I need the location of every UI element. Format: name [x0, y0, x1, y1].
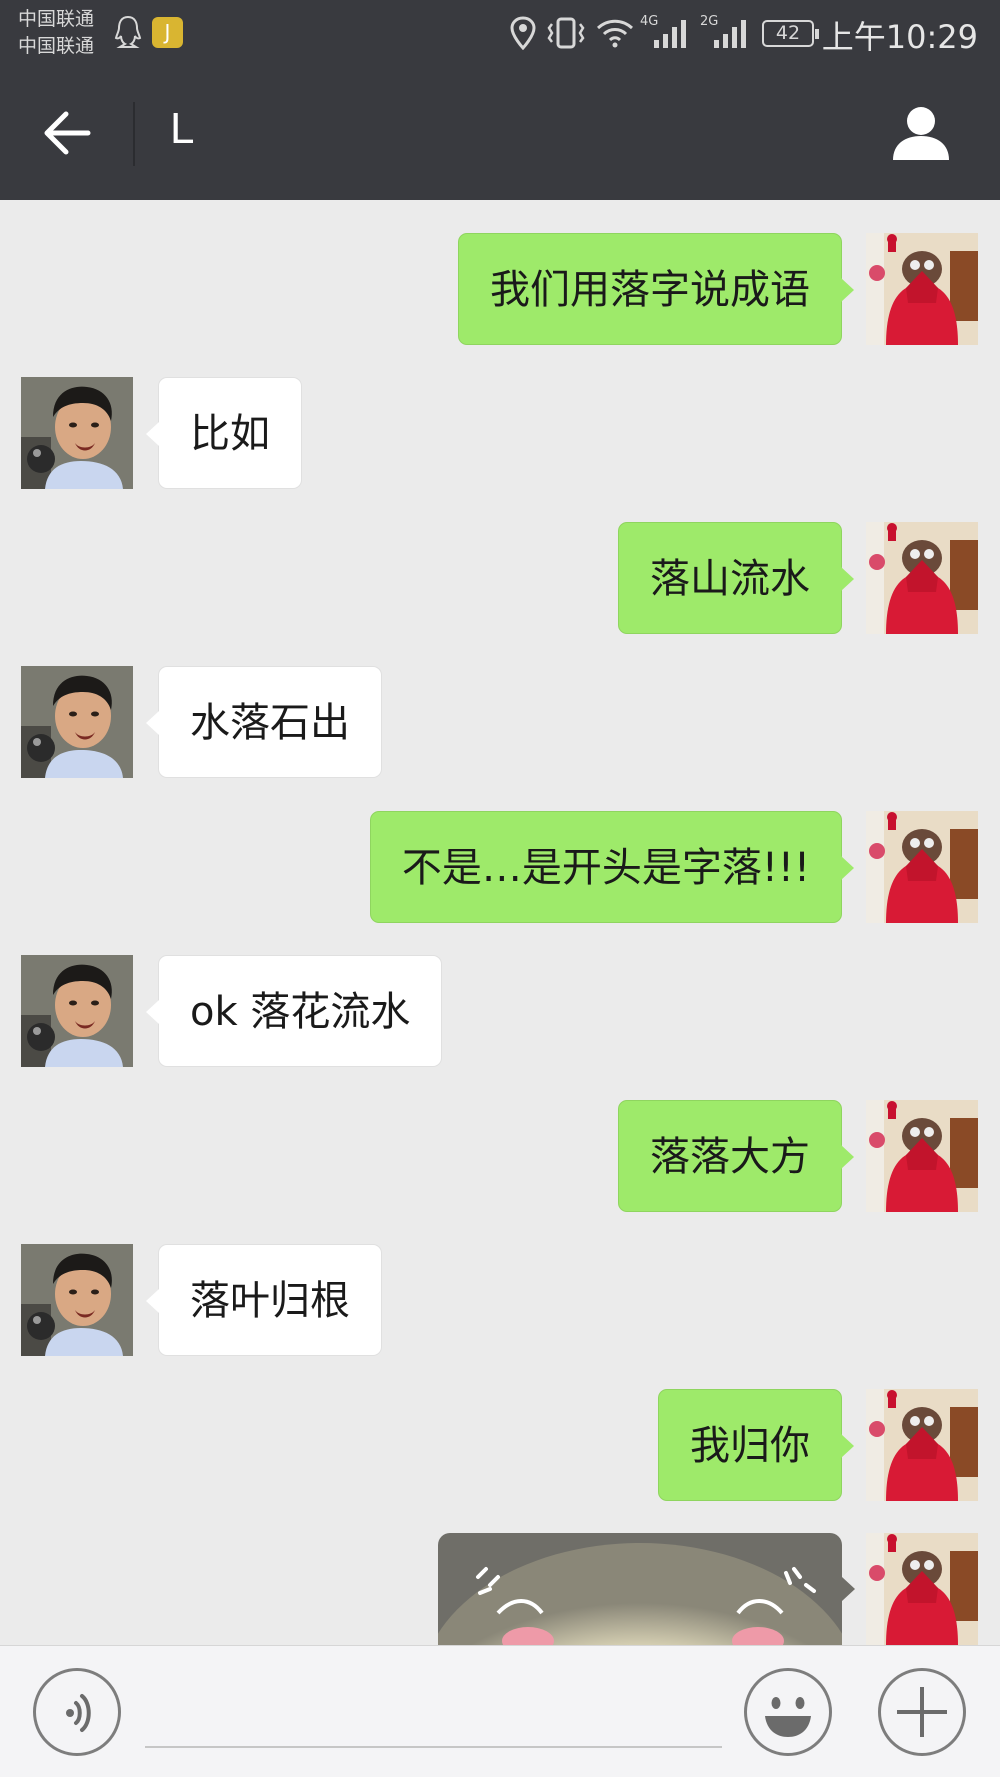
received-message-bubble[interactable]: ok 落花流水 [145, 955, 443, 1067]
arrow-left-icon[interactable] [42, 110, 92, 156]
sticker-bubble-tail [842, 1577, 855, 1601]
sent-message-bubble[interactable]: 我们用落字说成语 [458, 233, 854, 345]
more-options-button[interactable] [878, 1668, 966, 1756]
self-avatar[interactable] [866, 233, 978, 345]
sent-message-bubble[interactable]: 落落大方 [618, 1100, 854, 1212]
vibrate-icon [547, 17, 585, 49]
carrier-1: 中国联通 [18, 8, 95, 30]
contact-avatar[interactable] [21, 377, 133, 489]
wifi-icon [596, 19, 634, 48]
contact-avatar[interactable] [21, 955, 133, 1067]
carrier-2: 中国联通 [18, 35, 95, 57]
app-badge-icon: J [152, 17, 183, 48]
location-icon [510, 16, 536, 50]
signal-2g-icon [714, 20, 746, 48]
message-row: 落山流水 [0, 522, 1000, 634]
self-avatar[interactable] [866, 811, 978, 923]
message-list[interactable]: 我们用落字说成语 比如 落山流水 水落石出 不是…是开头是字落!!! ok 落花… [0, 200, 1000, 1645]
message-row: 不是…是开头是字落!!! [0, 811, 1000, 923]
message-row: 我归你 [0, 1389, 1000, 1501]
self-avatar[interactable] [866, 1533, 978, 1645]
clock: 上午10:29 [821, 18, 978, 56]
header-divider [133, 102, 135, 166]
sticker-message[interactable] [438, 1533, 842, 1645]
carrier-names: 中国联通 中国联通 [18, 6, 94, 60]
message-row [0, 1533, 1000, 1645]
message-row: ok 落花流水 [0, 955, 1000, 1067]
sent-message-bubble[interactable]: 不是…是开头是字落!!! [369, 811, 855, 923]
message-row: 落叶归根 [0, 1244, 1000, 1356]
qq-icon [114, 15, 142, 48]
status-bar: 中国联通 中国联通 J 4G 2G 42 上午10:29 [0, 0, 1000, 66]
chat-title: L [170, 104, 195, 153]
sent-message-bubble[interactable]: 我归你 [658, 1389, 854, 1501]
sent-message-bubble[interactable]: 落山流水 [618, 522, 854, 634]
battery-indicator: 42 [762, 20, 819, 47]
message-row: 落落大方 [0, 1100, 1000, 1212]
voice-icon [66, 1694, 91, 1732]
emoji-icon [765, 1697, 811, 1737]
message-row: 水落石出 [0, 666, 1000, 778]
signal-4g-icon [654, 20, 686, 48]
chat-header: L [0, 66, 1000, 200]
self-avatar[interactable] [866, 1389, 978, 1501]
message-input[interactable] [145, 1676, 722, 1748]
message-row: 我们用落字说成语 [0, 233, 1000, 345]
voice-button[interactable] [33, 1668, 121, 1756]
input-bar [0, 1645, 1000, 1777]
contact-avatar[interactable] [21, 666, 133, 778]
received-message-bubble[interactable]: 比如 [146, 377, 302, 489]
plus-icon [897, 1687, 947, 1737]
emoji-button[interactable] [744, 1668, 832, 1756]
self-avatar[interactable] [866, 522, 978, 634]
person-icon[interactable] [890, 102, 952, 164]
message-row: 比如 [0, 377, 1000, 489]
contact-avatar[interactable] [21, 1244, 133, 1356]
received-message-bubble[interactable]: 落叶归根 [146, 1244, 382, 1356]
received-message-bubble[interactable]: 水落石出 [146, 666, 382, 778]
self-avatar[interactable] [866, 1100, 978, 1212]
